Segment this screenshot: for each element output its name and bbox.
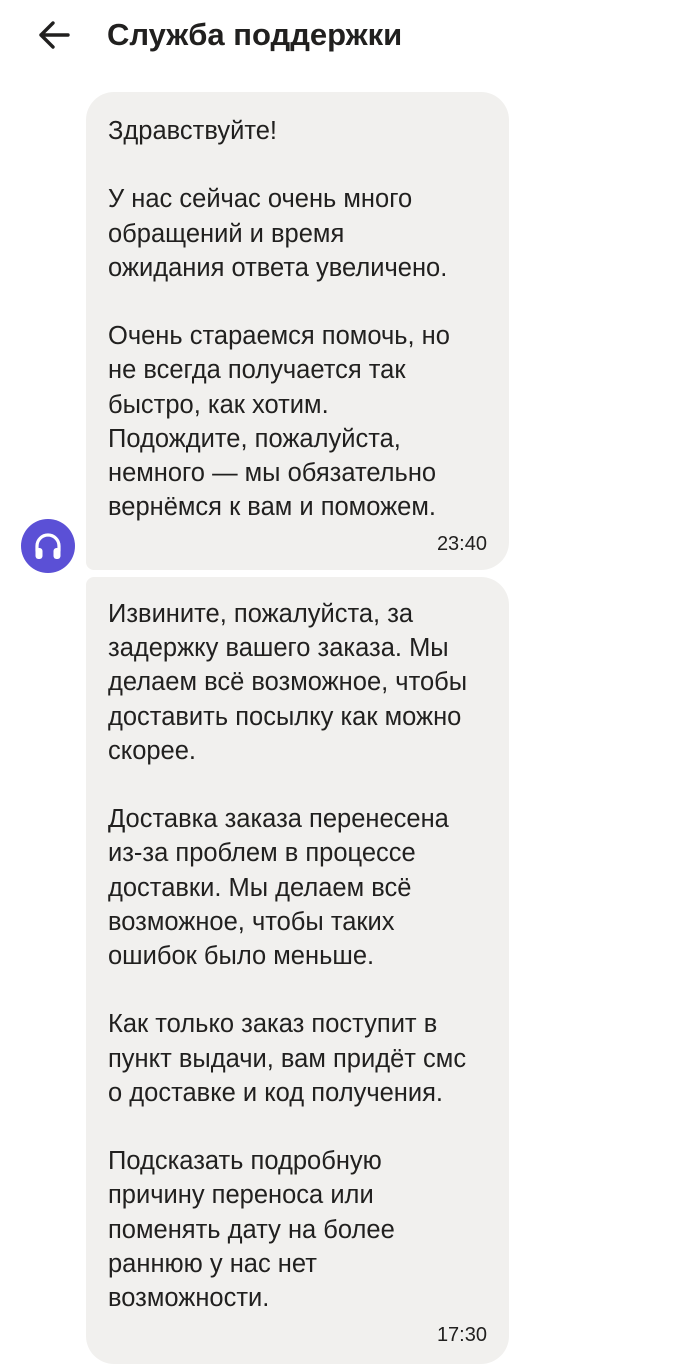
message-text: Здравствуйте! У нас сейчас очень много о… [108,117,450,522]
chat-screen: Служба поддержки Здравствуйте! У нас сей… [0,0,700,1364]
back-button[interactable] [30,12,78,58]
message-time: 23:40 [436,533,487,555]
support-avatar [21,519,75,573]
message-bubble: Здравствуйте! У нас сейчас очень много о… [86,92,509,570]
message-text: Извините, пожалуйста, за задержку вашего… [108,600,468,1313]
message-time: 17:30 [436,1324,487,1346]
message-bubble: Извините, пожалуйста, за задержку вашего… [86,577,509,1364]
header: Служба поддержки [0,0,700,72]
page-title: Служба поддержки [107,17,403,52]
arrow-left-icon [39,21,70,49]
headphones-icon [35,533,61,559]
